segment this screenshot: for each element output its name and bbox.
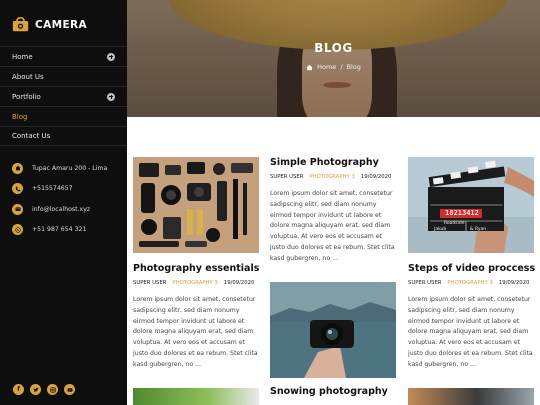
post-image-simple-photography[interactable] xyxy=(270,282,396,378)
post-category[interactable]: PHOTOGRAPHY 3 xyxy=(309,174,354,180)
post-category[interactable]: PHOTOGRAPHY 3 xyxy=(447,280,492,286)
twitter-icon[interactable] xyxy=(30,384,41,395)
nav-item-label: About Us xyxy=(12,72,44,81)
contact-info: Tupac Amaru 200 - Lima +515574657 info@l… xyxy=(12,158,107,240)
nav-item-label: Home xyxy=(12,52,33,61)
hand-holding-camera-image xyxy=(270,282,396,378)
post-excerpt: Lorem ipsum dolor sit amet, consetetur s… xyxy=(408,296,533,368)
whatsapp-icon xyxy=(12,224,23,235)
post-image-partial-bottom-right[interactable] xyxy=(408,388,534,405)
post-author[interactable]: SUPER USER xyxy=(133,280,166,286)
home-icon xyxy=(12,162,23,174)
instagram-icon[interactable] xyxy=(47,384,58,395)
contact-phone[interactable]: +515574657 xyxy=(12,179,107,199)
post-category[interactable]: PHOTOGRAPHY 3 xyxy=(172,280,217,286)
post-author[interactable]: SUPER USER xyxy=(270,174,303,180)
nav-item-blog[interactable]: Blog xyxy=(0,106,127,126)
nav-item-portfolio[interactable]: Portfolio xyxy=(0,86,127,106)
page-hero-banner: BLOG Home / Blog xyxy=(127,0,540,117)
hero-overlay xyxy=(127,0,540,117)
clapperboard-row2a: Jakub xyxy=(434,227,447,232)
post-date: 19/09/2020 xyxy=(498,280,530,286)
nav-item-about-us[interactable]: About Us xyxy=(0,66,127,86)
facebook-icon[interactable]: f xyxy=(13,384,24,395)
post-title-steps-of-video-proccess[interactable]: Steps of video proccess xyxy=(408,263,535,274)
page-title: BLOG xyxy=(314,41,353,55)
breadcrumb-home-link[interactable]: Home xyxy=(317,63,336,71)
clapperboard-image xyxy=(408,157,534,253)
expand-plus-icon[interactable] xyxy=(107,92,115,101)
post-image-partial-bottom-left[interactable] xyxy=(133,388,259,405)
contact-address: Tupac Amaru 200 - Lima xyxy=(12,158,107,178)
brand-name: CAMERA xyxy=(35,18,88,31)
camera-gear-flatlay-image xyxy=(133,157,259,253)
phone-icon xyxy=(12,183,23,194)
post-image-steps-of-video-proccess[interactable]: 18213412 Roadside Jakub & Ryan xyxy=(408,157,534,253)
nav-item-label: Blog xyxy=(12,112,28,121)
nav-item-home[interactable]: Home xyxy=(0,46,127,66)
post-image-photography-essentials[interactable] xyxy=(133,157,259,253)
post-date: 19/09/2020 xyxy=(223,280,255,286)
post-meta: SUPER USER PHOTOGRAPHY 3 19/09/2020 xyxy=(133,280,254,286)
envelope-icon xyxy=(12,203,23,215)
brand-logo[interactable]: CAMERA xyxy=(12,17,87,32)
home-icon xyxy=(306,64,313,70)
post-excerpt: Lorem ipsum dolor sit amet, consetetur s… xyxy=(270,190,395,262)
post-meta: SUPER USER PHOTOGRAPHY 3 19/09/2020 xyxy=(270,174,391,180)
post-author[interactable]: SUPER USER xyxy=(408,280,441,286)
breadcrumb-current: Blog xyxy=(346,63,361,71)
camera-bag-icon xyxy=(12,17,29,32)
nav-item-label: Portfolio xyxy=(12,92,41,101)
breadcrumb: Home / Blog xyxy=(127,63,540,71)
clapperboard-row1: Roadside xyxy=(444,221,465,226)
social-links: f xyxy=(13,384,75,395)
clapperboard-row2b: & Ryan xyxy=(470,227,487,232)
post-title-snowing-photography[interactable]: Snowing photography xyxy=(270,386,388,397)
youtube-icon[interactable] xyxy=(64,384,75,395)
main-nav: Home About Us Portfolio Blog Contact Us xyxy=(0,46,127,146)
post-title-simple-photography[interactable]: Simple Photography xyxy=(270,157,379,168)
breadcrumb-separator: / xyxy=(340,63,343,71)
post-meta: SUPER USER PHOTOGRAPHY 3 19/09/2020 xyxy=(408,280,529,286)
post-excerpt: Lorem ipsum dolor sit amet, consetetur s… xyxy=(133,296,258,368)
post-title-photography-essentials[interactable]: Photography essentials xyxy=(133,263,259,274)
nav-item-contact-us[interactable]: Contact Us xyxy=(0,126,127,146)
contact-email[interactable]: info@localhost.xyz xyxy=(12,199,107,219)
sidebar: CAMERA Home About Us Portfolio Blog Cont… xyxy=(0,0,127,405)
clapperboard-counter: 18213412 xyxy=(445,209,479,217)
expand-plus-icon[interactable] xyxy=(107,52,115,61)
post-date: 19/09/2020 xyxy=(360,174,392,180)
nav-item-label: Contact Us xyxy=(12,132,51,140)
contact-whatsapp[interactable]: +51 987 654 321 xyxy=(12,220,107,240)
